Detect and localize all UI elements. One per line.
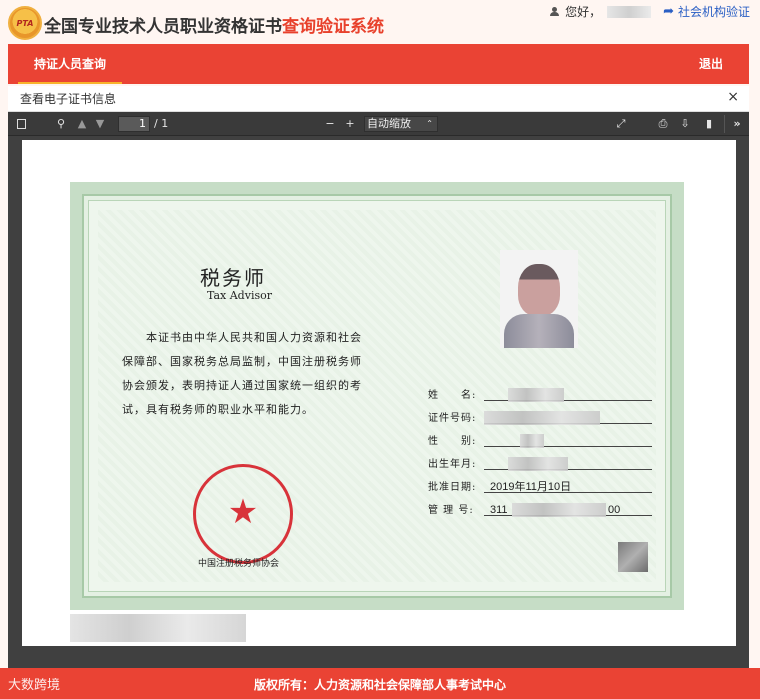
issuer-name: 中国注册税务师协会 bbox=[198, 559, 280, 569]
zoom-out-icon[interactable]: − bbox=[324, 115, 336, 133]
dialog-title: 查看电子证书信息 bbox=[20, 92, 117, 106]
field-name: 姓 名: bbox=[428, 384, 668, 407]
redacted-value bbox=[508, 457, 568, 471]
more-tools-icon[interactable]: » bbox=[730, 115, 744, 133]
official-seal: ★ bbox=[193, 464, 293, 564]
certificate-fields: 姓 名: 证件号码: 性 别: 出生年月: 批准日期: 2019年11月10日 … bbox=[428, 384, 668, 522]
fullscreen-icon[interactable]: ⤢ bbox=[614, 115, 628, 133]
page-total: / 1 bbox=[154, 117, 169, 130]
site-title-accent: 查询验证系统 bbox=[282, 17, 384, 37]
field-gender: 性 别: bbox=[428, 430, 668, 453]
close-icon[interactable]: × bbox=[727, 89, 739, 105]
redacted-value bbox=[484, 411, 600, 425]
page-up-icon[interactable]: ▲ bbox=[76, 115, 88, 133]
greeting-text: 您好， bbox=[565, 5, 602, 19]
certificate-body: 本证书由中华人民共和国人力资源和社会保障部、国家税务总局监制，中国注册税务师协会… bbox=[122, 331, 362, 416]
org-verify-link[interactable]: 社会机构验证 bbox=[678, 3, 750, 20]
redacted-value bbox=[508, 388, 564, 402]
pdf-viewer: ⚲ ▲ ▼ 1 / 1 − + 自动缩放 ⌃ ⤢ ⎙ ⇩ ▮ » 税务师 Tax … bbox=[8, 112, 749, 668]
redacted-value bbox=[520, 434, 544, 448]
download-icon[interactable]: ⇩ bbox=[678, 115, 692, 133]
pdf-page: 税务师 Tax Advisor 本证书由中华人民共和国人力资源和社会保障部、国家… bbox=[22, 140, 736, 646]
field-id-number: 证件号码: bbox=[428, 407, 668, 430]
redacted-footer-text bbox=[70, 614, 246, 642]
toolbar-separator bbox=[724, 115, 725, 133]
search-icon[interactable]: ⚲ bbox=[54, 115, 68, 133]
management-number-suffix: 00 bbox=[608, 504, 621, 516]
certificate-subtitle: Tax Advisor bbox=[207, 289, 272, 302]
chevron-down-icon: ⌃ bbox=[426, 119, 433, 128]
certificate-title: 税务师 bbox=[200, 266, 266, 290]
print-icon[interactable]: ⎙ bbox=[656, 115, 670, 133]
top-header: PTA 全国专业技术人员职业资格证书查询验证系统 您好， ➦ 社会机构验证 bbox=[0, 0, 760, 44]
dialog-header: 查看电子证书信息 × bbox=[8, 86, 749, 112]
approval-date-value: 2019年11月10日 bbox=[490, 481, 572, 493]
redacted-value bbox=[512, 503, 606, 517]
field-birth: 出生年月: bbox=[428, 453, 668, 476]
site-title: 全国专业技术人员职业资格证书查询验证系统 bbox=[44, 12, 384, 37]
zoom-in-icon[interactable]: + bbox=[344, 115, 356, 133]
certificate: 税务师 Tax Advisor 本证书由中华人民共和国人力资源和社会保障部、国家… bbox=[70, 182, 684, 610]
user-icon bbox=[550, 7, 561, 16]
redacted-username bbox=[607, 5, 652, 18]
bookmark-icon[interactable]: ▮ bbox=[702, 115, 716, 133]
site-title-main: 全国专业技术人员职业资格证书 bbox=[44, 17, 282, 37]
tab-holder-query[interactable]: 持证人员查询 bbox=[18, 44, 123, 84]
pdf-toolbar: ⚲ ▲ ▼ 1 / 1 − + 自动缩放 ⌃ ⤢ ⎙ ⇩ ▮ » bbox=[8, 112, 749, 136]
sidebar-toggle-icon[interactable] bbox=[14, 115, 28, 133]
holder-photo bbox=[500, 250, 578, 348]
redacted-qr-code bbox=[618, 542, 648, 572]
copyright-text: 版权所有：人力资源和社会保障部人事考试中心 bbox=[253, 678, 506, 692]
external-link-icon[interactable]: ➦ bbox=[663, 4, 674, 19]
field-approval-date: 批准日期: 2019年11月10日 bbox=[428, 476, 668, 499]
pta-logo: PTA bbox=[8, 6, 42, 40]
management-number-prefix: 311 bbox=[490, 504, 508, 516]
page-number-input[interactable]: 1 bbox=[118, 116, 150, 132]
field-management-number: 管 理 号: 311 00 bbox=[428, 499, 668, 522]
page-down-icon[interactable]: ▼ bbox=[94, 115, 106, 133]
page-footer: 大数跨境 版权所有：人力资源和社会保障部人事考试中心 bbox=[0, 668, 760, 699]
zoom-select[interactable]: 自动缩放 ⌃ bbox=[364, 116, 438, 132]
star-icon: ★ bbox=[227, 492, 259, 532]
logout-link[interactable]: 退出 bbox=[699, 44, 723, 84]
user-area: 您好， ➦ 社会机构验证 bbox=[550, 3, 750, 20]
main-nav: 持证人员查询 退出 bbox=[8, 44, 749, 84]
